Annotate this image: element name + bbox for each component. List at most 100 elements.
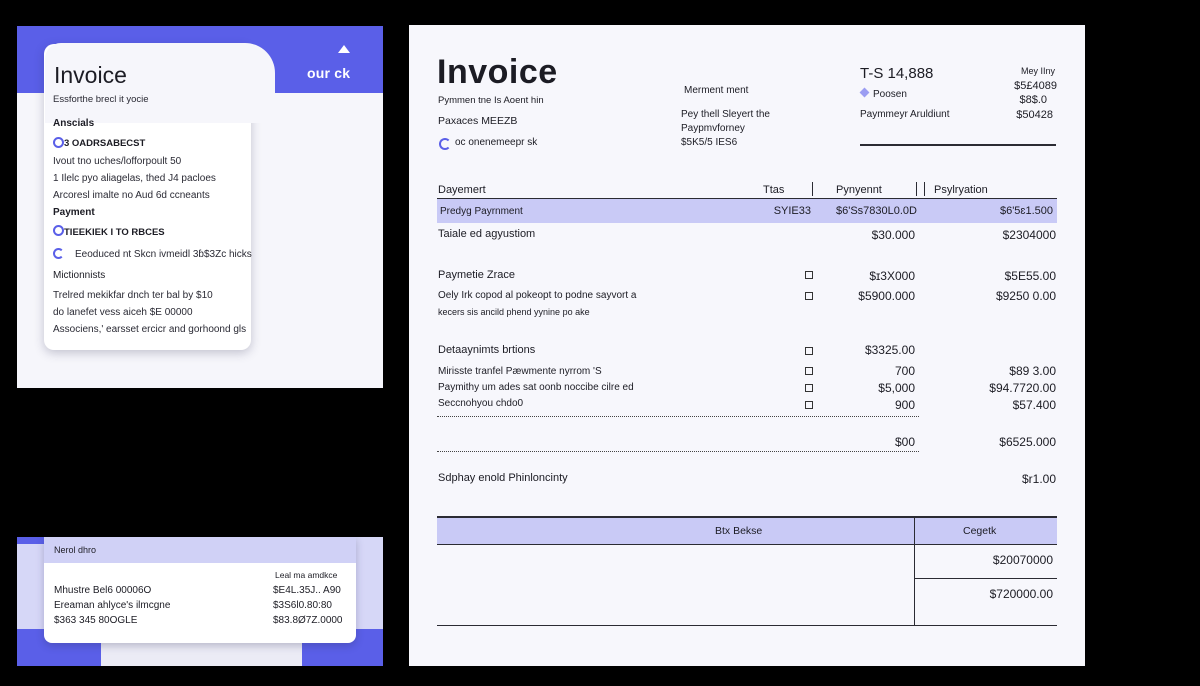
summary-title: Invoice (54, 62, 127, 88)
divider (437, 625, 1057, 626)
merchant-line: Pey thell Sleyert the (681, 109, 770, 120)
summary-subtitle: Essforthe brecl it yocie (53, 94, 149, 105)
invoice-total: T-S 14,888 (860, 65, 934, 82)
divider (914, 578, 1057, 579)
row-label: Paymithy um ades sat oonb noccibe cilre … (438, 382, 634, 393)
row-cell: $5E55.00 (1004, 269, 1056, 283)
dotted-divider (437, 416, 919, 417)
column-divider (812, 182, 813, 196)
row-cell: $6'Ss7830L0.0D (836, 205, 917, 217)
subtotal-cell: $00 (894, 435, 915, 449)
invoice-date: Mey IIny (1020, 66, 1055, 76)
row-cell: 700 (894, 364, 915, 378)
section-line: Arcoresl imalte no Aud 6d ccneants (53, 190, 210, 201)
merchant-line: Paypmvforney (681, 123, 745, 134)
section-line: Associens,' earsset ercicr and gorhoond … (53, 324, 247, 335)
totals-box-label: Cegetk (963, 525, 997, 537)
totals-header: Nerol dhro (54, 545, 97, 555)
totals-row-label: Ereaman ahlyce's ilmcgne (54, 600, 171, 611)
swirl-icon (439, 138, 451, 150)
caret-up-icon[interactable] (338, 45, 350, 53)
summary-value: $50428 (1016, 109, 1053, 121)
row-cell: SYIE33 (773, 205, 811, 217)
totals-row-value: $3S6l0.80:80 (273, 600, 332, 611)
row-cell: $9250 0.00 (995, 289, 1056, 303)
invoice-document: Invoice Pymmen tne Is Aoent hin Paxaces … (409, 25, 1085, 666)
summary-value: $8$.0 (1019, 94, 1047, 106)
row-cell: $5900.000 (858, 289, 915, 303)
circle-check-icon (53, 137, 64, 148)
invoice-subline: Pymmen tne Is Aoent hin (438, 95, 544, 106)
totals-row-value: $E4L.35J.. A90 (273, 585, 341, 596)
column-divider (916, 182, 917, 196)
row-label: Predyg Payrnment (440, 206, 523, 217)
totals-row-label: Mhustre Bel6 00006O (54, 585, 152, 596)
row-label: Oely Irk copod al pokeopt to podne sayvo… (438, 290, 637, 301)
totals-row-value: $83.8Ø7Z.0000 (273, 615, 343, 626)
row-checkbox[interactable] (805, 347, 813, 355)
totals-box-value: $20070000 (992, 553, 1053, 567)
row-label: Mirisste tranfel Pæwmente nyrrom 'S (438, 366, 602, 377)
totals-panel: Nerol dhro Leal ma amdkce Mhustre Bel6 0… (17, 537, 383, 666)
section-line: Eeoduced nt Skcn ivmeidl 3ɓ$3Zc hicks (75, 249, 252, 260)
section-line: do lanefet vess aiceh $E 00000 (53, 307, 193, 318)
row-cell: $5,000 (878, 381, 915, 395)
circle-check-icon (53, 225, 64, 236)
dotted-divider (437, 451, 919, 452)
summary-value: $5£4089 (1014, 80, 1057, 92)
row-cell: 900 (894, 398, 915, 412)
section-line: 1 Ilelc pyo aliagelas, thed J4 pacloes (53, 173, 216, 184)
row-cell: $3325.00 (864, 343, 915, 357)
invoice-title: Invoice (437, 53, 558, 91)
col-header: Dayemert (438, 184, 486, 196)
row-cell: $89 3.00 (1009, 364, 1056, 378)
totals-box-value: $720000.00 (989, 587, 1053, 601)
section-line: Trelred mekikfar dnch ter bal by $10 (53, 290, 213, 301)
group-title: Paymetie Zrace (438, 269, 516, 281)
section-heading-2: Payment (53, 207, 95, 218)
subtotal-cell: $6525.000 (999, 435, 1056, 449)
divider (437, 544, 1057, 545)
row-cell: $2304000 (1002, 228, 1056, 242)
col-header: Pynyennt (836, 184, 882, 196)
totals-row-label: $363 345 80OGLE (54, 615, 138, 626)
row-cell: $6'5ɛ1.500 (999, 205, 1053, 217)
column-divider (914, 516, 915, 626)
totals-column-header: Leal ma amdkce (275, 570, 338, 580)
ok-link[interactable]: our ck (307, 65, 350, 81)
refresh-icon (53, 248, 64, 259)
row-checkbox[interactable] (805, 271, 813, 279)
row-checkbox[interactable] (805, 367, 813, 375)
diamond-icon (859, 87, 870, 98)
row-cell: $57.400 (1012, 398, 1056, 412)
row-cell: $ɪ3X000 (869, 269, 915, 283)
group-title: Detaaynimts brtions (438, 344, 536, 356)
column-divider (924, 182, 925, 196)
merchant-line: $5K5/5 IES6 (681, 137, 738, 148)
summary-label: Poosen (873, 89, 907, 100)
invoice-subline: Paxaces MEEZB (438, 115, 518, 127)
section-item-strong-2: TIEEKIEK I TO RBCES (64, 227, 165, 238)
section-item-strong-1: 3 OADRSABECST (64, 138, 146, 149)
summary-panel: our ck Invoice Essforthe brecl it yocie … (17, 26, 383, 388)
totals-box-label: Btx Bekse (715, 525, 763, 537)
row-label: Taiale ed agyustiom (438, 228, 536, 240)
divider (860, 144, 1056, 146)
shipping-label: Sdphay enold Phinloncinty (438, 472, 568, 484)
invoice-subline: oc onenemeepr sk (455, 137, 538, 148)
merchant-label: Merment ment (684, 85, 749, 96)
summary-label: Paymmeyr Aruldiunt (860, 109, 950, 120)
row-checkbox[interactable] (805, 401, 813, 409)
row-cell: $94.7720.00 (989, 381, 1056, 395)
col-header: Psylryation (934, 184, 988, 196)
section-line: Ivout tno uches/lofforpoult 50 (53, 156, 182, 167)
row-label: Seccnohyou chdo0 (438, 398, 524, 409)
col-header: Ttas (763, 184, 785, 196)
row-checkbox[interactable] (805, 292, 813, 300)
section-heading-1: Anscials (53, 118, 95, 129)
row-note: kecers sis ancild phend yynine po ake (438, 307, 590, 317)
section-heading-3: Mictionnists (53, 270, 106, 281)
row-cell: $30.000 (871, 228, 915, 242)
row-checkbox[interactable] (805, 384, 813, 392)
shipping-value: $r1.00 (1021, 472, 1056, 486)
